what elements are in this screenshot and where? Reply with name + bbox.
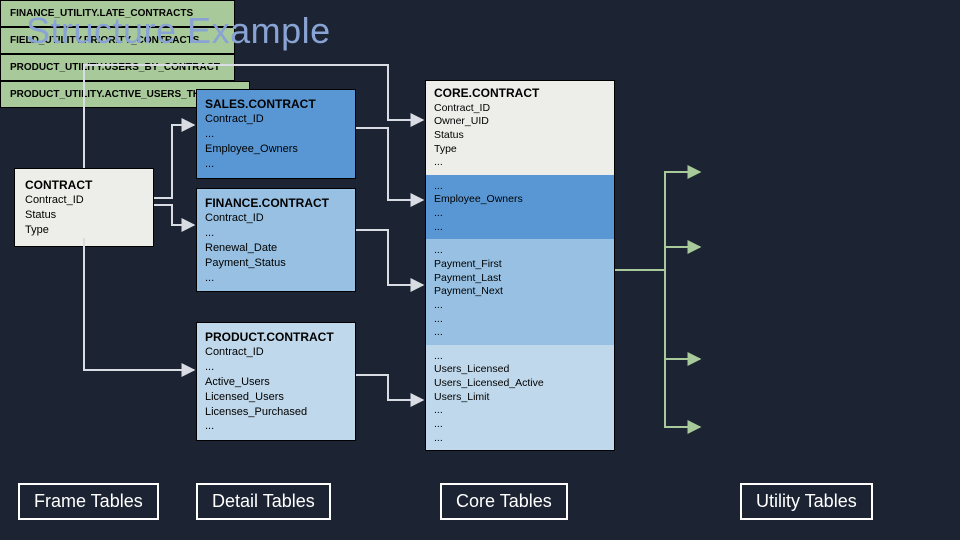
field: ... (434, 244, 606, 258)
field: ... (434, 313, 606, 327)
utility-product-users: PRODUCT_UTILITY.USERS_BY_CONTRACT (0, 54, 235, 81)
field: Type (25, 223, 143, 238)
field: ... (434, 350, 606, 364)
field: ... (434, 404, 606, 418)
field: ... (434, 418, 606, 432)
field: Status (25, 208, 143, 223)
field: Licensed_Users (205, 390, 347, 405)
core-finance-section: ... Payment_First Payment_Last Payment_N… (426, 239, 614, 344)
field: Type (434, 143, 606, 157)
field: Contract_ID (205, 211, 347, 226)
field: ... (434, 299, 606, 313)
core-title: CORE.CONTRACT (434, 86, 606, 102)
diagram-title: Structure Example (26, 10, 331, 52)
field: Active_Users (205, 375, 347, 390)
field: ... (434, 207, 606, 221)
detail-finance-title: FINANCE.CONTRACT (205, 195, 347, 211)
core-head-section: CORE.CONTRACT Contract_ID Owner_UID Stat… (426, 81, 614, 175)
category-detail: Detail Tables (196, 483, 331, 520)
detail-finance-box: FINANCE.CONTRACT Contract_ID ... Renewal… (196, 188, 356, 292)
field: Contract_ID (434, 102, 606, 116)
detail-product-title: PRODUCT.CONTRACT (205, 329, 347, 345)
field: ... (205, 127, 347, 142)
field: ... (434, 156, 606, 170)
category-frame: Frame Tables (18, 483, 159, 520)
field: ... (205, 419, 347, 434)
field: ... (205, 360, 347, 375)
field: Payment_Next (434, 285, 606, 299)
category-core: Core Tables (440, 483, 568, 520)
field: Users_Licensed_Active (434, 377, 606, 391)
field: ... (205, 226, 347, 241)
field: Contract_ID (25, 193, 143, 208)
category-utility: Utility Tables (740, 483, 873, 520)
field: Users_Limit (434, 391, 606, 405)
field: ... (434, 326, 606, 340)
core-sales-section: ... Employee_Owners ... ... (426, 175, 614, 240)
field: ... (434, 180, 606, 194)
field: ... (205, 157, 347, 172)
field: Status (434, 129, 606, 143)
field: ... (434, 221, 606, 235)
field: Payment_First (434, 258, 606, 272)
detail-sales-box: SALES.CONTRACT Contract_ID ... Employee_… (196, 89, 356, 179)
field: Licenses_Purchased (205, 405, 347, 420)
field: ... (434, 432, 606, 446)
field: Employee_Owners (434, 193, 606, 207)
detail-product-box: PRODUCT.CONTRACT Contract_ID ... Active_… (196, 322, 356, 441)
field: Renewal_Date (205, 241, 347, 256)
field: Owner_UID (434, 115, 606, 129)
field: Contract_ID (205, 112, 347, 127)
frame-contract-box: CONTRACT Contract_ID Status Type (14, 168, 154, 247)
core-product-section: ... Users_Licensed Users_Licensed_Active… (426, 345, 614, 450)
frame-contract-title: CONTRACT (25, 177, 143, 193)
field: Users_Licensed (434, 363, 606, 377)
field: Payment_Last (434, 272, 606, 286)
core-contract-box: CORE.CONTRACT Contract_ID Owner_UID Stat… (425, 80, 615, 451)
field: ... (205, 271, 347, 286)
field: Contract_ID (205, 345, 347, 360)
detail-sales-title: SALES.CONTRACT (205, 96, 347, 112)
field: Employee_Owners (205, 142, 347, 157)
field: Payment_Status (205, 256, 347, 271)
